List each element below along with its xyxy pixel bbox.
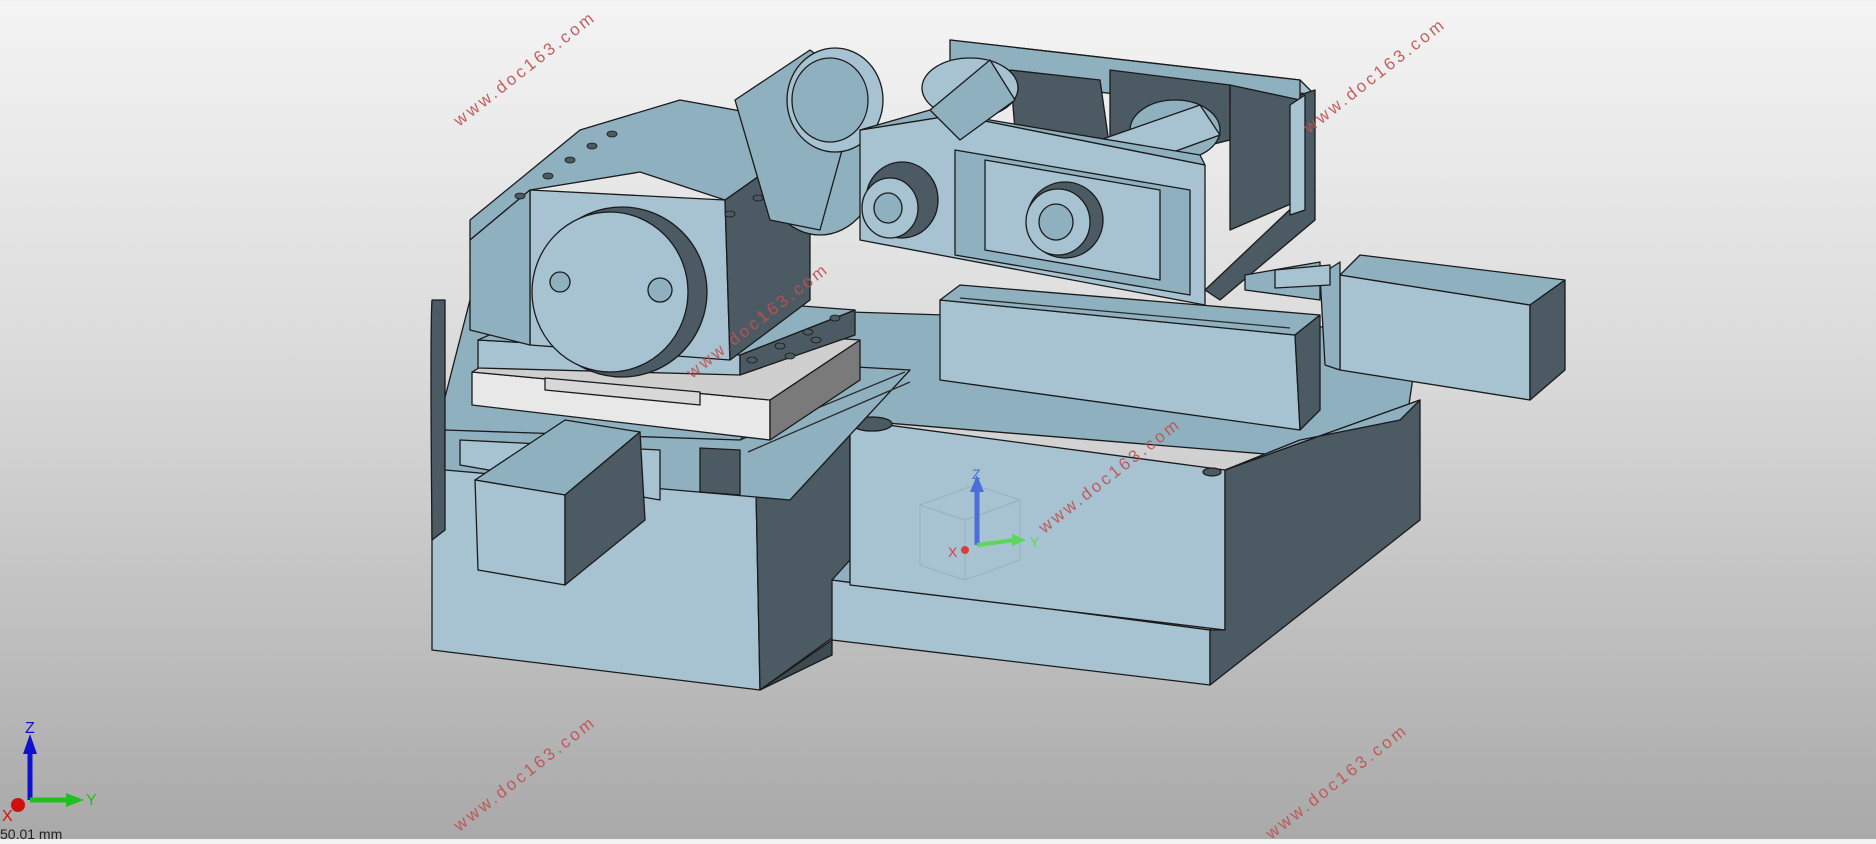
3d-viewport[interactable]: Z Y X www.doc163.com www.doc163.com www.… [0,0,1876,843]
wcs-z-label: Z [972,466,981,482]
wcs-x-label: X [948,544,958,560]
wcs-y-label: Y [1030,534,1040,550]
triad-x-label: X [2,808,13,825]
cad-model[interactable] [0,0,1876,839]
left-spindle-head [469,47,884,378]
triad-icon [11,734,84,812]
scale-readout: 50.01 mm [0,826,63,842]
right-spindle-head [859,39,1316,306]
orientation-triad[interactable]: Z Y X [0,720,110,830]
triad-y-label: Y [86,792,97,809]
triad-z-label: Z [25,720,35,737]
